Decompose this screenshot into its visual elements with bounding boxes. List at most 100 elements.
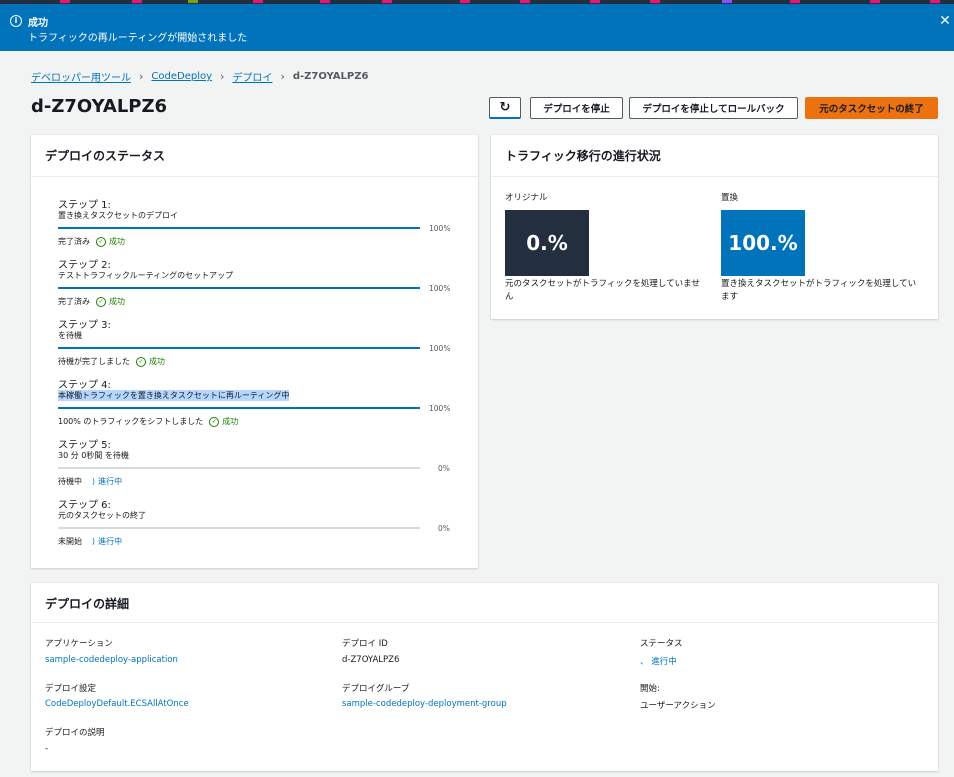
step-progress-bar <box>58 287 420 289</box>
stop-and-rollback-button[interactable]: デプロイを停止してロールバック <box>629 97 798 119</box>
step-description: テストトラフィックルーティングのセットアップ <box>58 271 234 280</box>
terminate-original-taskset-button[interactable]: 元のタスクセットの終了 <box>805 97 938 119</box>
step-progress-bar <box>58 407 420 409</box>
config-link[interactable]: CodeDeployDefault.ECSAllAtOnce <box>45 699 189 709</box>
breadcrumb-codedeploy[interactable]: CodeDeploy <box>151 71 212 82</box>
check-circle-icon: ✓ <box>96 296 106 307</box>
step-progress-percent: 0% <box>438 524 450 533</box>
breadcrumb: デベロッパー用ツール › CodeDeploy › デプロイ › d-Z7OYA… <box>31 69 368 84</box>
deployment-status-title: デプロイのステータス <box>31 135 478 177</box>
traffic-progress-title: トラフィック移行の進行状況 <box>491 135 938 177</box>
step-progress-percent: 100% <box>429 224 451 233</box>
step-status-text: 完了済み <box>58 237 90 246</box>
step-status-text: 待機中 <box>58 477 82 486</box>
success-badge: ✓ 成功 <box>209 416 238 427</box>
step-status: 待機が完了しました ✓ 成功 <box>58 356 165 367</box>
application-label: アプリケーション <box>45 639 113 649</box>
success-badge: ✓ 成功 <box>136 356 165 367</box>
spinner-icon: 、 <box>640 657 652 667</box>
info-icon: i <box>10 15 22 27</box>
step-progress-percent: 100% <box>429 284 451 293</box>
deployment-details-panel: デプロイの詳細 アプリケーション sample-codedeploy-appli… <box>31 583 938 771</box>
step-progress-fill <box>58 347 420 349</box>
replacement-traffic-box: 100.% <box>721 210 805 276</box>
chevron-right-icon: › <box>280 70 285 83</box>
step-title: ステップ 6: <box>58 500 111 511</box>
in-progress-badge-label: 進行中 <box>98 537 123 546</box>
step-description: を待機 <box>58 331 82 340</box>
step-progress-bar <box>58 347 420 349</box>
close-icon[interactable]: ✕ <box>938 14 952 28</box>
config-label: デプロイ設定 <box>45 684 97 694</box>
step-progress-fill <box>58 407 420 409</box>
step-status: 待機中 ⟩ 進行中 <box>58 476 122 487</box>
original-traffic-desc: 元のタスクセットがトラフィックを処理していません <box>505 279 700 302</box>
in-progress-badge-label: 進行中 <box>98 477 123 486</box>
step-description: 30 分 0秒間 を待機 <box>58 451 129 460</box>
deployment-group-link[interactable]: sample-codedeploy-deployment-group <box>342 699 507 709</box>
step-progress-bar <box>58 527 420 529</box>
step-progress-percent: 100% <box>429 404 451 413</box>
step-status: 完了済み ✓ 成功 <box>58 236 125 247</box>
deployment-group-label: デプロイグループ <box>342 684 410 694</box>
refresh-button[interactable]: ↻ <box>489 97 521 119</box>
spinner-icon: ⟩ <box>92 537 96 546</box>
spinner-icon: ⟩ <box>92 477 96 486</box>
step-progress-fill <box>58 287 420 289</box>
step-progress-percent: 0% <box>438 464 450 473</box>
start-value: ユーザーアクション <box>640 701 716 711</box>
description-label: デプロイの説明 <box>45 728 105 738</box>
refresh-icon: ↻ <box>499 100 511 115</box>
success-badge-label: 成功 <box>109 297 125 306</box>
step-status-text: 完了済み <box>58 297 90 306</box>
step-title: ステップ 2: <box>58 260 111 271</box>
in-progress-badge: ⟩ 進行中 <box>92 536 122 547</box>
success-badge: ✓ 成功 <box>96 296 125 307</box>
success-badge: ✓ 成功 <box>96 236 125 247</box>
description-value: - <box>45 744 49 754</box>
stop-deployment-button[interactable]: デプロイを停止 <box>530 97 623 119</box>
step-description: 元のタスクセットの終了 <box>58 511 146 520</box>
application-link[interactable]: sample-codedeploy-application <box>45 655 178 665</box>
step-title: ステップ 1: <box>58 200 111 211</box>
page-title: d-Z7OYALPZ6 <box>31 96 168 117</box>
original-traffic-box: 0.% <box>505 210 589 276</box>
success-badge-label: 成功 <box>222 417 239 426</box>
step-progress-percent: 100% <box>429 344 451 353</box>
step-status: 完了済み ✓ 成功 <box>58 296 125 307</box>
step-title: ステップ 4: <box>58 380 111 391</box>
status-label: ステータス <box>640 639 683 649</box>
success-flashbar: i 成功 トラフィックの再ルーティングが開始されました ✕ <box>0 4 954 51</box>
step-status: 100% のトラフィックをシフトしました ✓ 成功 <box>58 416 238 427</box>
deployment-id-value: d-Z7OYALPZ6 <box>342 655 400 665</box>
step-progress-bar <box>58 467 420 469</box>
status-text: 進行中 <box>651 657 677 667</box>
check-circle-icon: ✓ <box>96 236 106 247</box>
breadcrumb-developer-tools[interactable]: デベロッパー用ツール <box>31 69 131 84</box>
chevron-right-icon: › <box>220 70 225 83</box>
step-description: 置き換えタスクセットのデプロイ <box>58 211 178 220</box>
check-circle-icon: ✓ <box>136 356 146 367</box>
step-status: 未開始 ⟩ 進行中 <box>58 536 122 547</box>
step-status-text: 未開始 <box>58 537 82 546</box>
chevron-right-icon: › <box>139 70 144 83</box>
deployment-details-title: デプロイの詳細 <box>31 583 938 623</box>
step-description: 本稼働トラフィックを置き換えタスクセットに再ルーティング中 <box>58 390 290 401</box>
check-circle-icon: ✓ <box>209 416 220 427</box>
traffic-progress-panel: トラフィック移行の進行状況 オリジナル 0.% 元のタスクセットがトラフィックを… <box>491 135 938 319</box>
deployment-status-panel: デプロイのステータス ステップ 1: 置き換えタスクセットのデプロイ 100% 完了済… <box>31 135 478 568</box>
replacement-label: 置換 <box>721 193 739 203</box>
step-status-text: 待機が完了しました <box>58 357 130 366</box>
flash-title: 成功 <box>28 18 48 29</box>
replacement-traffic-desc: 置き換えタスクセットがトラフィックを処理しています <box>721 279 917 302</box>
start-label: 開始: <box>640 684 660 694</box>
success-badge-label: 成功 <box>109 237 125 246</box>
breadcrumb-current: d-Z7OYALPZ6 <box>292 71 369 82</box>
step-title: ステップ 5: <box>58 440 111 451</box>
flash-message: トラフィックの再ルーティングが開始されました <box>28 33 248 44</box>
original-label: オリジナル <box>505 193 548 203</box>
step-progress-bar <box>58 227 420 229</box>
deployment-id-label: デプロイ ID <box>342 639 388 649</box>
step-progress-fill <box>58 227 420 229</box>
breadcrumb-deployments[interactable]: デプロイ <box>232 69 272 84</box>
